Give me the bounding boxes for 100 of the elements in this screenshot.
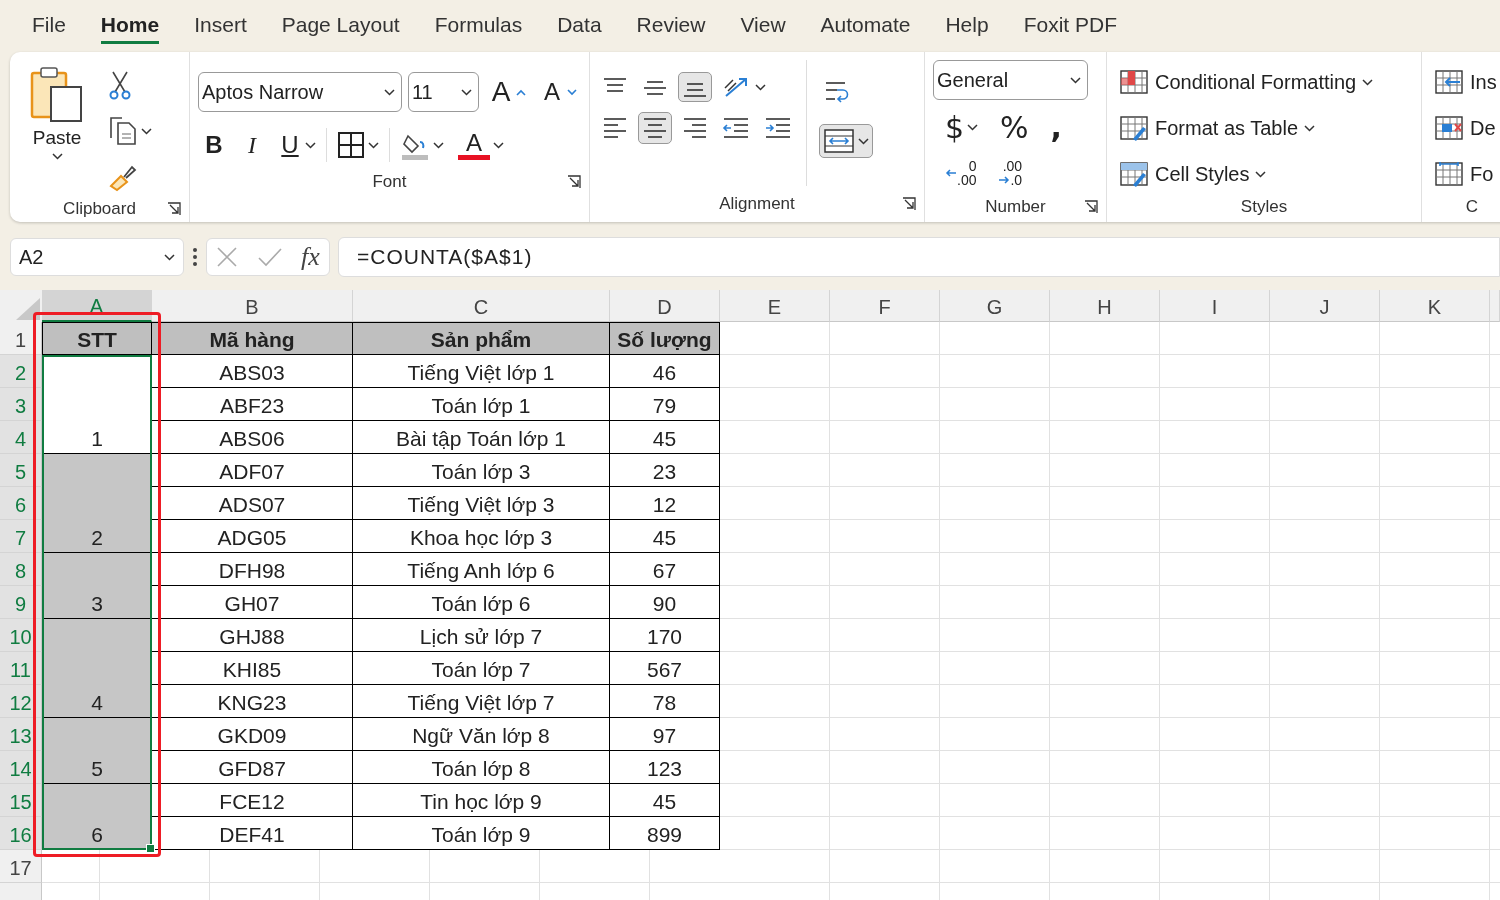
launcher-arrow-icon xyxy=(167,202,181,216)
checkmark-icon xyxy=(256,246,283,268)
table-cell: 46 xyxy=(610,355,720,388)
increase-indent-icon xyxy=(764,116,792,140)
group-label: Font xyxy=(372,172,407,192)
row-header[interactable]: 14 xyxy=(0,751,42,784)
ribbon-tab[interactable]: Home xyxy=(100,8,160,44)
column-header[interactable]: F xyxy=(830,290,940,322)
row-header[interactable]: 15 xyxy=(0,784,42,817)
ribbon-tab[interactable]: Formulas xyxy=(434,8,523,44)
table-cell: 97 xyxy=(610,718,720,751)
row-header[interactable]: 3 xyxy=(0,388,42,421)
column-header[interactable]: G xyxy=(940,290,1050,322)
conditional-menu-button[interactable]: Conditional Formatting xyxy=(1115,64,1413,100)
chevron-down-icon xyxy=(1255,170,1267,178)
fill-handle[interactable] xyxy=(146,844,155,853)
ribbon-tab[interactable]: Page Layout xyxy=(281,8,400,44)
column-header[interactable]: E xyxy=(720,290,830,322)
column-header[interactable]: K xyxy=(1380,290,1490,322)
group-label: Alignment xyxy=(719,194,795,214)
increase-decimal-button[interactable]: 0 .00 xyxy=(941,155,981,191)
increase-font-size-button[interactable]: A xyxy=(485,72,530,112)
table-menu-button[interactable]: Format as Table xyxy=(1115,110,1413,146)
row-header[interactable]: 6 xyxy=(0,487,42,520)
decrease-font-size-button[interactable]: A xyxy=(536,74,581,110)
chevron-down-icon xyxy=(461,88,472,96)
ribbon-tab[interactable]: Foxit PDF xyxy=(1023,8,1117,44)
row-header[interactable]: 16 xyxy=(0,817,42,850)
ribbon-tab[interactable]: Insert xyxy=(194,8,247,44)
currency-button[interactable]: $ xyxy=(941,106,983,149)
ribbon-tab[interactable]: File xyxy=(32,8,66,44)
row-header[interactable]: 5 xyxy=(0,454,42,487)
merged-cell: 2 xyxy=(42,454,152,553)
ribbon-tab[interactable]: Automate xyxy=(820,8,911,44)
insert-menu-button[interactable]: Ins xyxy=(1430,64,1500,100)
ribbon-tab[interactable]: Data xyxy=(557,8,602,44)
cell-menu-button[interactable]: Cell Styles xyxy=(1115,156,1413,192)
formula-field[interactable]: =COUNTA($A$1) xyxy=(338,237,1500,277)
table-cell: ABF23 xyxy=(152,388,353,421)
table-cell: Tiếng Anh lớp 6 xyxy=(353,553,610,586)
dialog-launcher-button[interactable] xyxy=(1084,199,1098,214)
row-header[interactable]: 8 xyxy=(0,553,42,586)
column-header[interactable]: I xyxy=(1160,290,1270,322)
row-header[interactable]: 1 xyxy=(0,322,42,355)
column-header[interactable]: B xyxy=(152,290,353,322)
table-cell: DEF41 xyxy=(152,817,353,850)
copy-icon xyxy=(108,116,138,146)
group-label: Number xyxy=(985,196,1046,217)
format-menu-button[interactable]: Fo xyxy=(1430,156,1500,192)
table-cell: 170 xyxy=(610,619,720,652)
font-name-field[interactable]: Aptos Narrow xyxy=(198,72,402,112)
dialog-launcher-button[interactable] xyxy=(567,175,581,189)
dialog-launcher-button[interactable] xyxy=(167,202,181,216)
center-align-button[interactable] xyxy=(638,112,672,144)
column-header[interactable]: J xyxy=(1270,290,1380,322)
row-header[interactable]: 2 xyxy=(0,355,42,388)
table-cell: 67 xyxy=(610,553,720,586)
launcher-arrow-icon xyxy=(567,175,581,189)
row-header[interactable]: 9 xyxy=(0,586,42,619)
table-cell: Ngữ Văn lớp 8 xyxy=(353,718,610,751)
chevron-down-icon xyxy=(164,253,175,261)
borders-icon xyxy=(337,131,365,159)
font-size-field[interactable]: 11 xyxy=(407,72,479,112)
row-header[interactable]: 10 xyxy=(0,619,42,652)
name-box[interactable]: A2 xyxy=(10,238,184,276)
table-cell: Toán lớp 9 xyxy=(353,817,610,850)
comma-style-button[interactable]: , xyxy=(1046,106,1066,149)
bold-button[interactable]: B xyxy=(198,127,230,163)
column-header[interactable]: C xyxy=(353,290,610,322)
underline-button[interactable]: U xyxy=(274,127,320,163)
select-all-button[interactable] xyxy=(0,290,42,322)
paste-button[interactable]: Paste xyxy=(18,60,96,196)
italic-button[interactable]: I xyxy=(236,127,268,163)
number-format-field[interactable]: General xyxy=(933,60,1088,100)
row-header[interactable]: 11 xyxy=(0,652,42,685)
font-color-button[interactable]: A xyxy=(454,126,508,164)
table-cell: DFH98 xyxy=(152,553,353,586)
delete-menu-button[interactable]: De xyxy=(1430,110,1500,146)
row-header[interactable]: 13 xyxy=(0,718,42,751)
percent-button[interactable]: % xyxy=(996,106,1033,149)
table-cell: Toán lớp 1 xyxy=(353,388,610,421)
row-header[interactable]: 4 xyxy=(0,421,42,454)
merge-align-button[interactable] xyxy=(819,124,873,158)
merged-cell: 4 xyxy=(42,619,152,718)
column-header[interactable]: D xyxy=(610,290,720,322)
ribbon-tab[interactable]: Review xyxy=(636,8,706,44)
merged-cell: 1 xyxy=(42,355,152,454)
dialog-launcher-button[interactable] xyxy=(902,197,916,211)
row-header[interactable]: 12 xyxy=(0,685,42,718)
decrease-decimal-button[interactable]: .00 .0 xyxy=(994,155,1027,191)
ribbon-tab[interactable]: Help xyxy=(945,8,989,44)
bottom-align-button[interactable] xyxy=(678,72,712,102)
table-cell: 45 xyxy=(610,421,720,454)
header-cell: Số lượng xyxy=(610,322,720,355)
group-label: C xyxy=(1465,197,1479,217)
ribbon-tab[interactable]: View xyxy=(740,8,786,44)
column-header[interactable]: H xyxy=(1050,290,1160,322)
row-header[interactable]: 7 xyxy=(0,520,42,553)
row-header[interactable]: 17 xyxy=(0,850,42,883)
table-cell: 899 xyxy=(610,817,720,850)
